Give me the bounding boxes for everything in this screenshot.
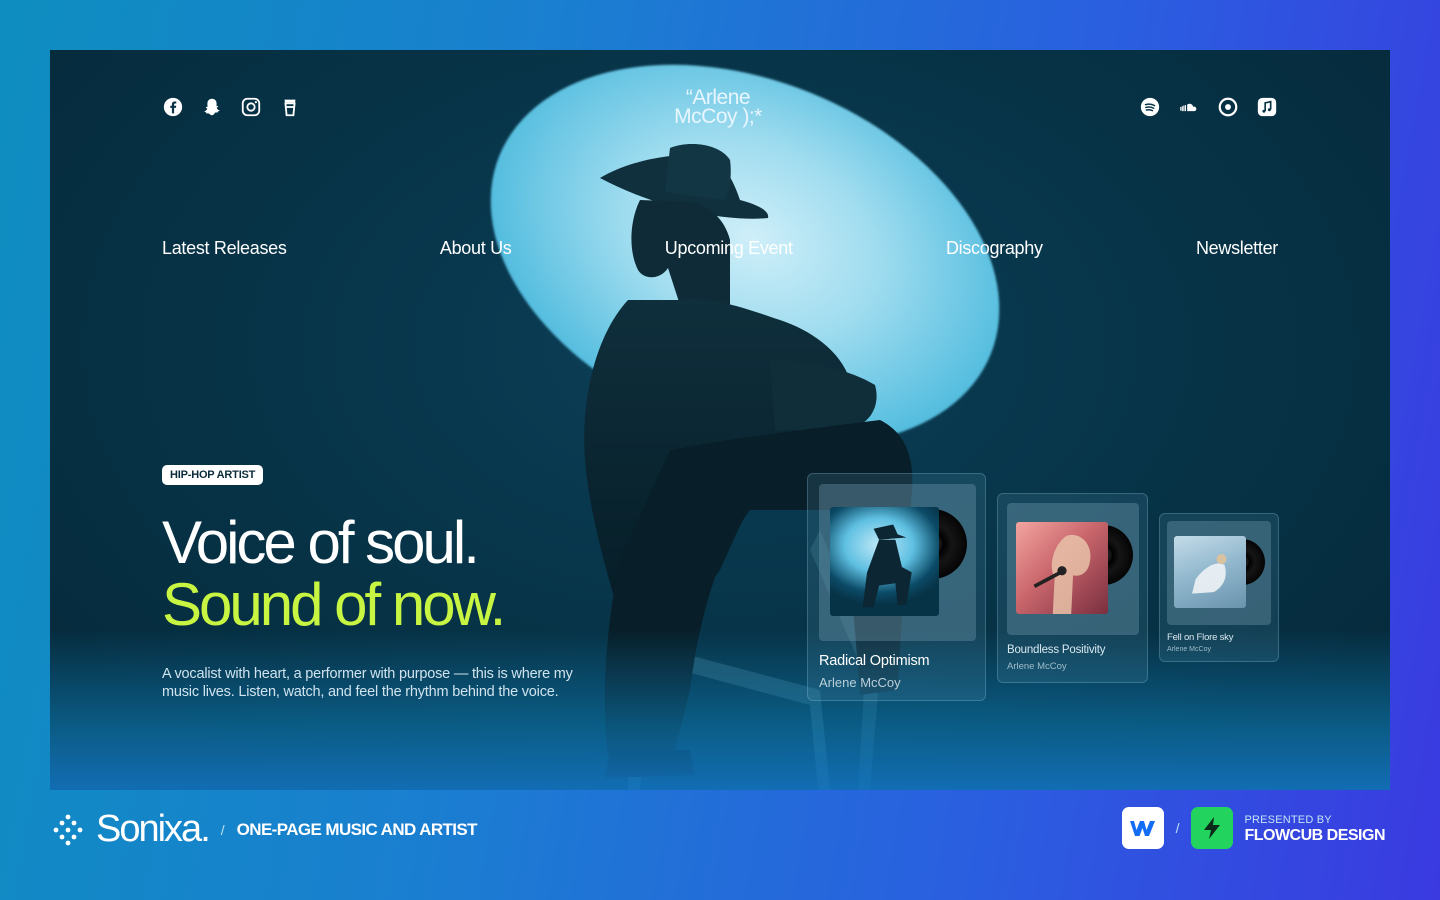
nav-newsletter[interactable]: Newsletter [1196,238,1278,259]
release-cover-art [1174,536,1246,608]
instagram-icon[interactable] [240,96,262,118]
release-card[interactable]: Boundless Positivity Arlene McCoy [997,493,1148,683]
release-title: Fell on Flore sky [1167,632,1234,643]
hero-headline: Voice of soul. Sound of now. [162,509,506,638]
cup-icon[interactable] [279,96,301,118]
studio-name: FLOWCUB DESIGN [1244,827,1385,844]
hero-description: A vocalist with heart, a performer with … [162,666,573,700]
separator: / [220,821,225,838]
headline-line-2: Sound of now. [162,571,506,638]
separator: / [1175,820,1180,836]
sonixa-logo-icon [53,814,83,845]
social-links-left [162,96,301,118]
footer-credits: / PRESENTED BY FLOWCUB DESIGN [1121,807,1385,849]
snapchat-icon[interactable] [201,96,223,118]
release-artist: Arlene McCoy [819,675,901,690]
release-title: Boundless Positivity [1007,644,1106,656]
release-title: Radical Optimism [819,653,930,669]
template-tagline: ONE-PAGE MUSIC AND ARTIST [236,819,478,839]
brand-name: Sonixa. [96,808,211,850]
logo-line-2: McCoy );* [674,105,762,128]
footer-branding: Sonixa. / ONE-PAGE MUSIC AND ARTIST [50,808,478,851]
soundcloud-icon[interactable] [1178,96,1200,118]
nav-upcoming-event[interactable]: Upcoming Event [665,238,793,259]
release-card[interactable]: Radical Optimism Arlene McCoy [807,473,986,701]
flowcub-badge[interactable] [1191,807,1234,849]
webflow-icon [1129,821,1155,836]
nav-about-us[interactable]: About Us [440,238,512,259]
release-cover-frame [1167,521,1271,625]
genre-badge: HIP-HOP ARTIST [162,465,264,485]
main-nav: Latest Releases About Us Upcoming Event … [162,238,1278,259]
release-cover-frame [819,484,976,641]
release-artist: Arlene McCoy [1007,661,1067,672]
webflow-badge[interactable] [1121,807,1164,849]
presented-by: PRESENTED BY FLOWCUB DESIGN [1244,813,1385,844]
lightning-icon [1204,817,1221,839]
play-circle-icon[interactable] [1217,96,1239,118]
release-cover-art [1016,522,1108,614]
hero-frame: “Arlene McCoy );* Latest Releases About … [50,50,1390,790]
spotify-icon[interactable] [1139,96,1161,118]
headline-line-1: Voice of soul. [162,509,480,576]
release-cover-frame [1007,503,1139,635]
facebook-icon[interactable] [162,96,184,118]
release-card[interactable]: Fell on Flore sky Arlene McCoy [1159,513,1279,662]
nav-latest-releases[interactable]: Latest Releases [162,238,287,259]
music-note-icon[interactable] [1256,96,1278,118]
presented-by-label: PRESENTED BY [1244,814,1332,826]
release-cover-art [830,507,939,616]
nav-discography[interactable]: Discography [946,238,1043,259]
artist-logo[interactable]: “Arlene McCoy );* [668,87,768,128]
streaming-links [1139,96,1278,118]
release-artist: Arlene McCoy [1167,646,1211,653]
